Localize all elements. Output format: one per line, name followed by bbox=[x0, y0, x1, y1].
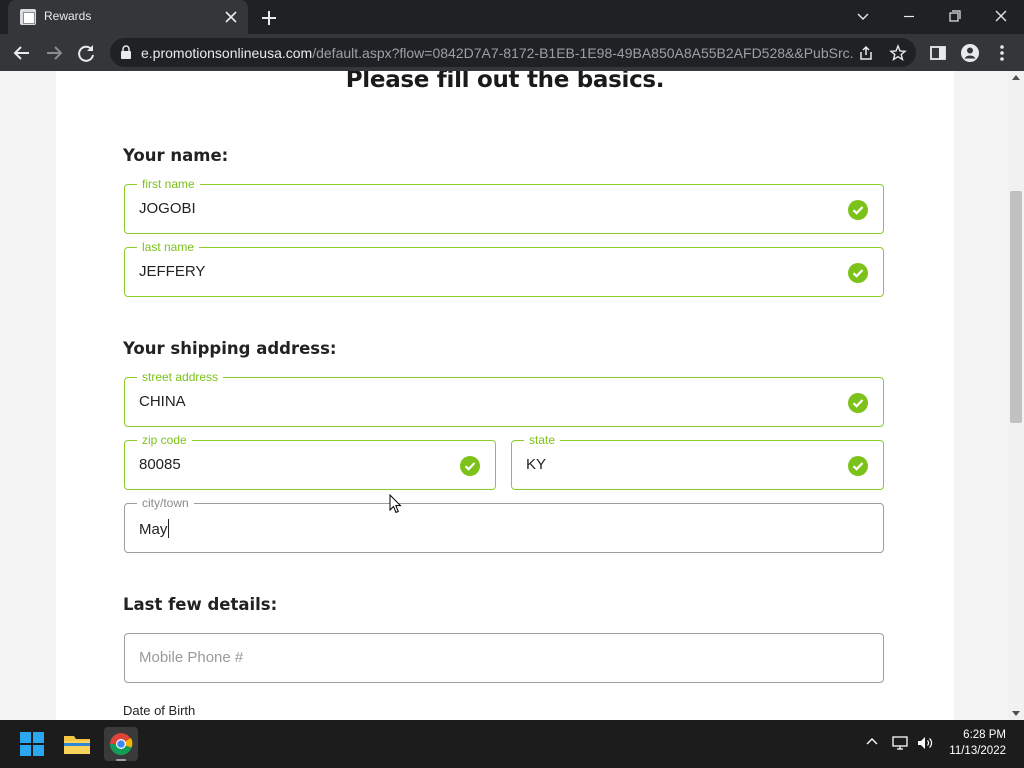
last-name-label: last name bbox=[137, 239, 200, 255]
address-bar[interactable]: e.promotionsonlineusa.com/default.aspx?f… bbox=[110, 38, 916, 67]
zip-code-label: zip code bbox=[137, 432, 192, 448]
windows-start-icon[interactable] bbox=[14, 726, 50, 762]
mobile-phone-placeholder: Mobile Phone # bbox=[139, 649, 244, 666]
zip-code-field[interactable]: zip code 80085 bbox=[124, 432, 496, 490]
section-label-name: Your name: bbox=[123, 146, 229, 165]
state-value: KY bbox=[526, 456, 547, 473]
restore-icon[interactable] bbox=[932, 0, 978, 34]
profile-icon[interactable] bbox=[956, 39, 984, 67]
street-address-value: CHINA bbox=[139, 393, 186, 410]
state-field[interactable]: state KY bbox=[511, 432, 884, 490]
page-viewport: Please fill out the basics. Your name: f… bbox=[0, 71, 1008, 720]
scroll-down-icon[interactable] bbox=[1012, 711, 1020, 716]
mobile-phone-field[interactable]: Mobile Phone # bbox=[124, 633, 884, 683]
lock-icon[interactable] bbox=[119, 45, 133, 60]
check-circle-icon bbox=[848, 263, 868, 283]
page-scrollbar[interactable] bbox=[1008, 71, 1024, 720]
first-name-label: first name bbox=[137, 176, 200, 192]
browser-toolbar: e.promotionsonlineusa.com/default.aspx?f… bbox=[0, 34, 1024, 71]
text-caret bbox=[168, 519, 170, 538]
page-favicon-icon bbox=[20, 9, 36, 25]
tab-title: Rewards bbox=[44, 9, 92, 23]
street-address-label: street address bbox=[137, 369, 224, 385]
check-circle-icon bbox=[848, 456, 868, 476]
system-clock[interactable]: 6:28 PM 11/13/2022 bbox=[949, 727, 1006, 759]
reload-icon[interactable] bbox=[72, 39, 100, 67]
scroll-up-icon[interactable] bbox=[1012, 75, 1020, 80]
new-tab-icon[interactable] bbox=[256, 5, 282, 31]
mouse-cursor-icon bbox=[389, 494, 402, 514]
tab-strip: Rewards bbox=[0, 0, 1024, 34]
first-name-value: JOGOBI bbox=[139, 200, 196, 217]
city-field[interactable]: city/town May bbox=[124, 495, 884, 553]
back-icon[interactable] bbox=[8, 39, 36, 67]
state-label: state bbox=[524, 432, 561, 448]
forward-icon[interactable] bbox=[40, 39, 68, 67]
section-label-details: Last few details: bbox=[123, 595, 278, 614]
close-tab-icon[interactable] bbox=[220, 6, 242, 28]
check-circle-icon bbox=[460, 456, 480, 476]
chevron-up-icon[interactable] bbox=[864, 734, 880, 750]
windows-taskbar: 6:28 PM 11/13/2022 bbox=[0, 720, 1024, 768]
chrome-icon[interactable] bbox=[103, 726, 139, 762]
tab-rewards[interactable]: Rewards bbox=[8, 0, 248, 34]
url-text: e.promotionsonlineusa.com/default.aspx?f… bbox=[141, 45, 853, 61]
side-panel-icon[interactable] bbox=[924, 39, 952, 67]
form-card: Please fill out the basics. Your name: f… bbox=[56, 71, 954, 720]
tab-search-icon[interactable] bbox=[840, 0, 886, 34]
city-label: city/town bbox=[137, 495, 194, 511]
share-icon[interactable] bbox=[856, 43, 876, 63]
section-label-shipping: Your shipping address: bbox=[123, 339, 337, 358]
last-name-value: JEFFERY bbox=[139, 263, 206, 280]
scrollbar-thumb[interactable] bbox=[1010, 191, 1022, 423]
clock-time: 6:28 PM bbox=[963, 729, 1006, 741]
menu-kebab-icon[interactable] bbox=[988, 39, 1016, 67]
city-value: May bbox=[139, 519, 170, 538]
last-name-field[interactable]: last name JEFFERY bbox=[124, 239, 884, 297]
page-title: Please fill out the basics. bbox=[345, 71, 665, 93]
minimize-icon[interactable] bbox=[886, 0, 932, 34]
volume-icon[interactable] bbox=[916, 734, 934, 752]
bookmark-star-icon[interactable] bbox=[888, 43, 908, 63]
close-window-icon[interactable] bbox=[978, 0, 1024, 34]
zip-code-value: 80085 bbox=[139, 456, 181, 473]
clock-date: 11/13/2022 bbox=[949, 745, 1006, 757]
network-icon[interactable] bbox=[891, 734, 909, 752]
file-explorer-icon[interactable] bbox=[59, 726, 95, 762]
first-name-field[interactable]: first name JOGOBI bbox=[124, 176, 884, 234]
dob-label: Date of Birth bbox=[123, 703, 196, 718]
street-address-field[interactable]: street address CHINA bbox=[124, 369, 884, 427]
check-circle-icon bbox=[848, 393, 868, 413]
check-circle-icon bbox=[848, 200, 868, 220]
